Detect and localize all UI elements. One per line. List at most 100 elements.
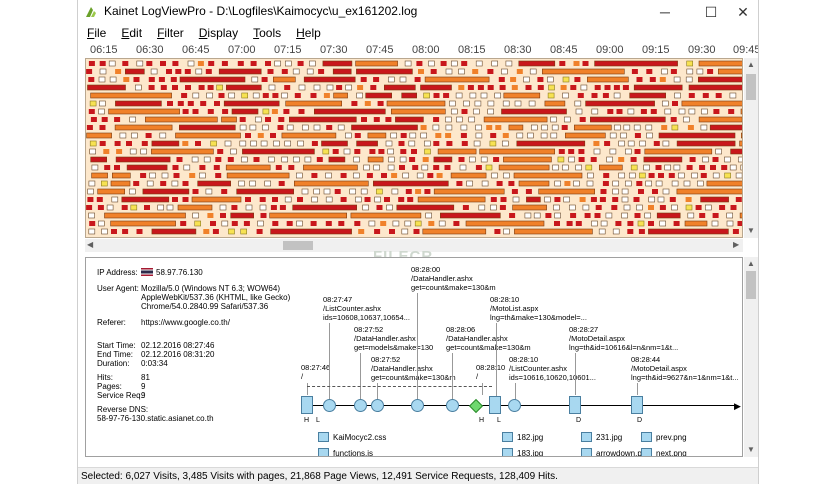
visit-block[interactable]	[525, 189, 532, 194]
visit-block[interactable]	[158, 77, 165, 82]
visit-block[interactable]	[203, 229, 210, 234]
visit-block[interactable]	[514, 100, 522, 107]
visit-block[interactable]	[322, 60, 353, 67]
visit-block[interactable]	[148, 85, 155, 90]
visit-block[interactable]	[122, 229, 129, 234]
visit-block[interactable]	[740, 164, 743, 171]
service-request-node[interactable]	[446, 399, 459, 412]
visit-block[interactable]	[189, 173, 196, 178]
visit-block[interactable]	[367, 156, 384, 163]
visit-block[interactable]	[573, 61, 580, 66]
visit-block[interactable]	[674, 92, 681, 99]
visit-block[interactable]	[739, 140, 743, 147]
visit-block[interactable]	[602, 181, 609, 186]
visit-block[interactable]	[90, 117, 97, 122]
visit-block[interactable]	[284, 85, 291, 90]
scroll-thumb[interactable]	[746, 271, 756, 299]
visit-block[interactable]	[487, 108, 495, 115]
visit-block[interactable]	[420, 132, 428, 139]
visit-block[interactable]	[577, 93, 584, 98]
visit-block[interactable]	[621, 196, 629, 203]
visit-block[interactable]	[151, 140, 180, 147]
visit-block[interactable]	[227, 157, 234, 162]
visit-block[interactable]	[140, 173, 147, 178]
visit-block[interactable]	[391, 173, 398, 178]
visit-block[interactable]	[89, 100, 97, 107]
visit-block[interactable]	[712, 157, 719, 162]
visit-block[interactable]	[114, 124, 173, 131]
visit-block[interactable]	[293, 156, 300, 163]
visit-block[interactable]	[713, 109, 720, 114]
visit-block[interactable]	[460, 124, 468, 131]
visit-block[interactable]	[653, 141, 660, 146]
visit-block[interactable]	[157, 204, 164, 211]
visit-block[interactable]	[121, 196, 170, 203]
visit-block[interactable]	[385, 117, 392, 122]
visit-block[interactable]	[262, 93, 269, 98]
visit-block[interactable]	[167, 101, 173, 106]
visit-block[interactable]	[678, 108, 686, 115]
visit-block[interactable]	[245, 133, 251, 138]
visit-block[interactable]	[297, 61, 304, 66]
visit-block[interactable]	[104, 212, 186, 219]
visit-block[interactable]	[648, 173, 655, 178]
visit-block[interactable]	[354, 149, 361, 154]
visit-block[interactable]	[537, 85, 544, 90]
visit-block[interactable]	[585, 100, 655, 107]
visit-block[interactable]	[230, 148, 237, 155]
visit-block[interactable]	[322, 148, 330, 155]
visit-block[interactable]	[594, 213, 601, 218]
visit-block[interactable]	[721, 165, 728, 170]
visit-block[interactable]	[685, 197, 692, 202]
visit-block[interactable]	[376, 205, 383, 210]
visit-block[interactable]	[511, 85, 518, 90]
visit-block[interactable]	[365, 92, 393, 99]
visit-block[interactable]	[370, 85, 377, 90]
visit-block[interactable]	[345, 84, 352, 91]
visit-block[interactable]	[433, 141, 440, 146]
service-request-node[interactable]	[323, 399, 336, 412]
visit-block[interactable]	[336, 85, 343, 90]
visit-block[interactable]	[594, 85, 601, 90]
visit-block[interactable]	[687, 212, 695, 219]
visit-block[interactable]	[133, 181, 140, 186]
visit-block[interactable]	[192, 212, 199, 219]
visit-block[interactable]	[260, 140, 268, 147]
visit-block[interactable]	[700, 124, 708, 131]
visit-block[interactable]	[503, 92, 541, 99]
visit-block[interactable]	[527, 132, 534, 139]
visit-block[interactable]	[101, 180, 108, 187]
visit-block[interactable]	[462, 205, 469, 210]
visit-block[interactable]	[696, 68, 704, 75]
visit-block[interactable]	[627, 140, 635, 147]
visit-block[interactable]	[472, 69, 479, 74]
visit-block[interactable]	[332, 149, 339, 154]
visit-block[interactable]	[493, 157, 500, 162]
visit-block[interactable]	[724, 156, 731, 163]
visit-block[interactable]	[593, 141, 600, 146]
visit-block[interactable]	[423, 140, 431, 147]
visit-block[interactable]	[387, 148, 395, 155]
visit-block[interactable]	[433, 156, 453, 163]
visit-block[interactable]	[351, 101, 358, 106]
visit-block[interactable]	[436, 173, 443, 178]
visit-block[interactable]	[172, 85, 178, 90]
request-label[interactable]: 08:27:46/	[301, 363, 330, 381]
visit-block[interactable]	[230, 212, 254, 219]
visit-block[interactable]	[586, 76, 629, 83]
visit-block[interactable]	[458, 68, 465, 75]
visit-block[interactable]	[633, 197, 640, 202]
visit-block[interactable]	[114, 117, 121, 122]
visit-block[interactable]	[161, 172, 169, 179]
visit-block[interactable]	[634, 213, 641, 218]
visit-block[interactable]	[740, 108, 743, 115]
visit-block[interactable]	[729, 164, 737, 171]
visit-block[interactable]	[623, 124, 631, 131]
visit-block[interactable]	[650, 109, 657, 114]
scroll-up-arrow-icon[interactable]: ▲	[747, 259, 755, 268]
visit-block[interactable]	[585, 164, 593, 171]
visit-block[interactable]	[428, 60, 435, 67]
visit-block[interactable]	[537, 77, 544, 82]
visit-block[interactable]	[472, 108, 480, 115]
visit-block[interactable]	[640, 109, 647, 114]
